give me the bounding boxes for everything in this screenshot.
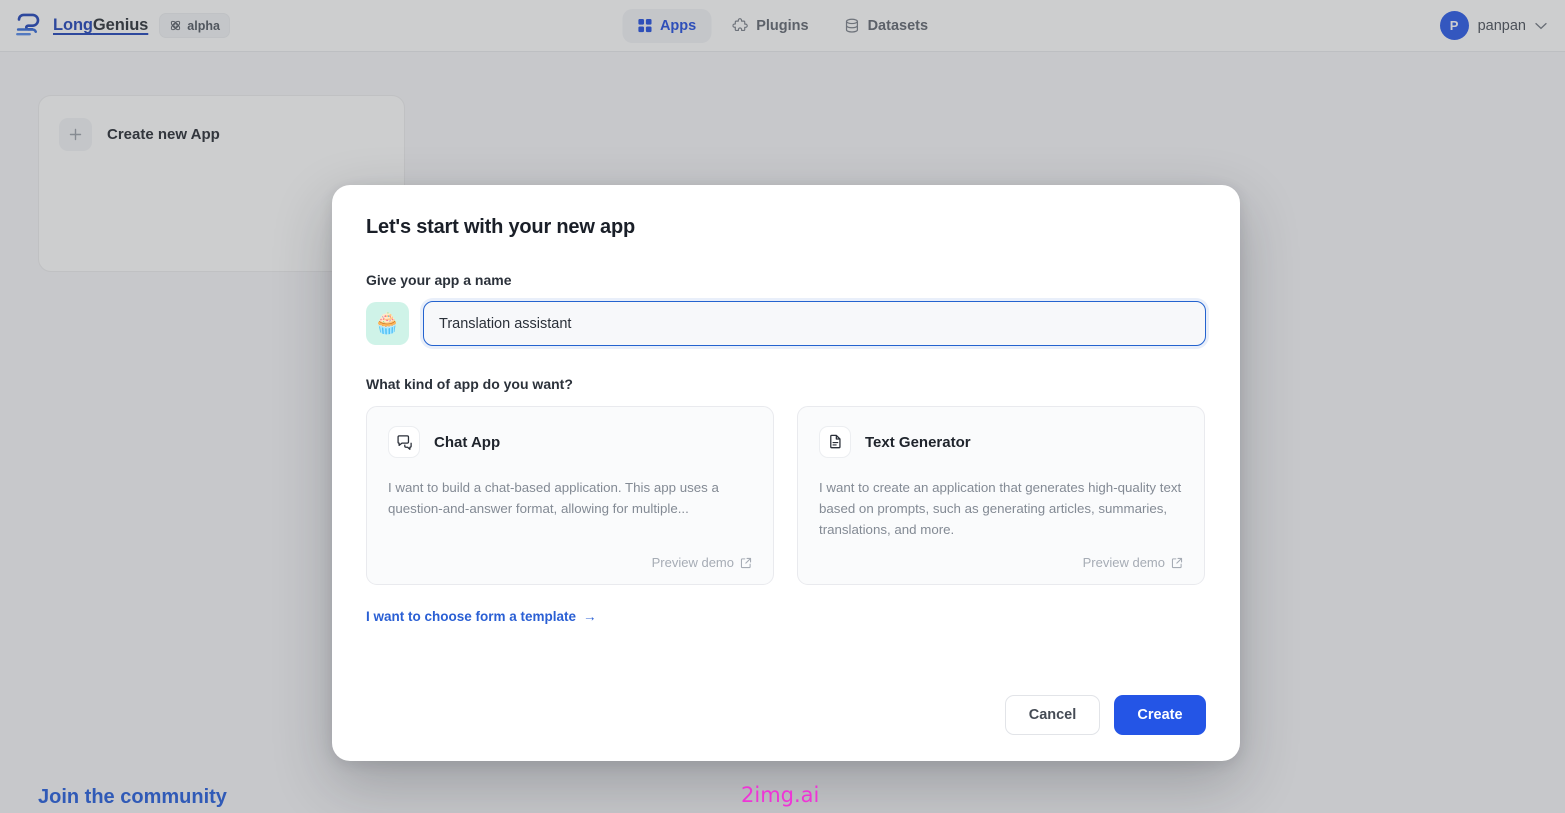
chat-app-description: I want to build a chat-based application… [388,480,719,516]
text-generator-preview-demo-link[interactable]: Preview demo [819,545,1183,570]
cancel-button[interactable]: Cancel [1005,695,1100,735]
app-type-card-text-generator[interactable]: Text Generator I want to create an appli… [797,406,1205,585]
create-button[interactable]: Create [1114,695,1206,735]
modal-title: Let's start with your new app [366,216,635,238]
create-app-modal: Let's start with your new app Give your … [332,185,1240,761]
text-generator-description: I want to create an application that gen… [819,480,1182,537]
chat-bubbles-icon [388,426,420,458]
app-name-input[interactable] [423,301,1206,346]
chat-app-card-header: Chat App [388,426,752,458]
app-type-options: Chat App I want to build a chat-based ap… [366,406,1206,585]
chat-app-title: Chat App [434,433,501,451]
app-type-card-chat-app[interactable]: Chat App I want to build a chat-based ap… [366,406,774,585]
app-name-label: Give your app a name [366,272,512,288]
app-name-row: 🧁 [366,301,1206,346]
choose-template-label: I want to choose form a template [366,609,577,624]
document-text-icon [819,426,851,458]
modal-action-buttons: Cancel Create [1005,695,1206,735]
text-generator-card-header: Text Generator [819,426,1183,458]
page-root: LongGenius alpha Apps Plugins Datasets P… [0,0,1565,813]
text-generator-title: Text Generator [865,433,971,451]
choose-template-link[interactable]: I want to choose form a template → [366,609,597,624]
arrow-right-icon: → [583,609,597,624]
text-generator-preview-demo-label: Preview demo [1082,555,1165,570]
watermark: 2img.ai [741,783,820,807]
chat-app-preview-demo-label: Preview demo [651,555,734,570]
external-link-icon [1171,557,1183,569]
external-link-icon [740,557,752,569]
chat-app-preview-demo-link[interactable]: Preview demo [388,545,752,570]
app-kind-label: What kind of app do you want? [366,376,573,392]
cupcake-emoji-icon[interactable]: 🧁 [366,302,409,345]
